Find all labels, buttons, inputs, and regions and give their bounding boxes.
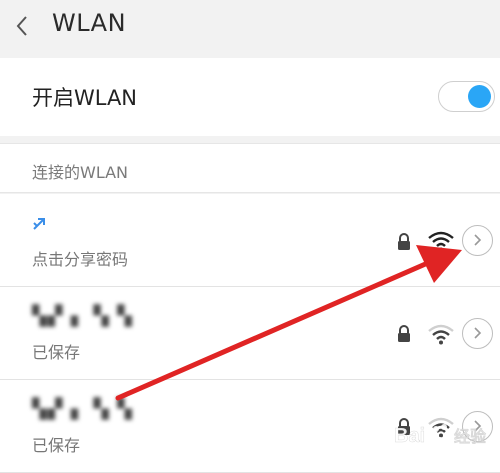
chevron-left-icon: [16, 16, 27, 36]
section-title: 连接的WLAN: [32, 163, 129, 182]
wlan-toggle-row: 开启WLAN: [0, 58, 500, 136]
network-row-saved[interactable]: ▚▞▗ ▝▖▚ 已保存: [0, 287, 500, 380]
chevron-right-icon: [474, 327, 482, 339]
page-title: WLAN: [52, 9, 127, 37]
network-name: [32, 216, 46, 235]
network-status: 已保存: [32, 343, 81, 362]
lock-icon: [398, 325, 410, 342]
network-glyph-icon: [33, 218, 45, 230]
toggle-knob: [468, 85, 491, 108]
network-detail-button[interactable]: [462, 318, 493, 349]
connected-section-header: 连接的WLAN: [0, 143, 500, 193]
baidu-paw-icon: Bai 经验: [394, 424, 487, 447]
back-button[interactable]: [12, 12, 36, 40]
network-status: 已保存: [32, 436, 81, 455]
network-name-blurred: ▚▞▗ ▝▖▚: [32, 305, 133, 327]
wifi-medium-icon: [428, 324, 454, 345]
network-row-connected[interactable]: 点击分享密码: [0, 194, 500, 287]
network-status: 点击分享密码: [32, 250, 129, 269]
svg-text:Bai: Bai: [394, 425, 425, 447]
network-name-blurred: ▚▞▗ ▝▖▚: [32, 398, 133, 420]
wifi-full-icon: [428, 231, 454, 252]
lock-icon: [398, 233, 410, 250]
wlan-toggle-switch[interactable]: [438, 81, 495, 112]
svg-text:经验: 经验: [454, 427, 487, 446]
chevron-right-icon: [474, 234, 482, 246]
top-bar: WLAN: [0, 0, 500, 52]
network-detail-button[interactable]: [462, 225, 493, 256]
wlan-toggle-label: 开启WLAN: [32, 86, 138, 110]
watermark-logo: Bai 经验: [392, 415, 498, 459]
